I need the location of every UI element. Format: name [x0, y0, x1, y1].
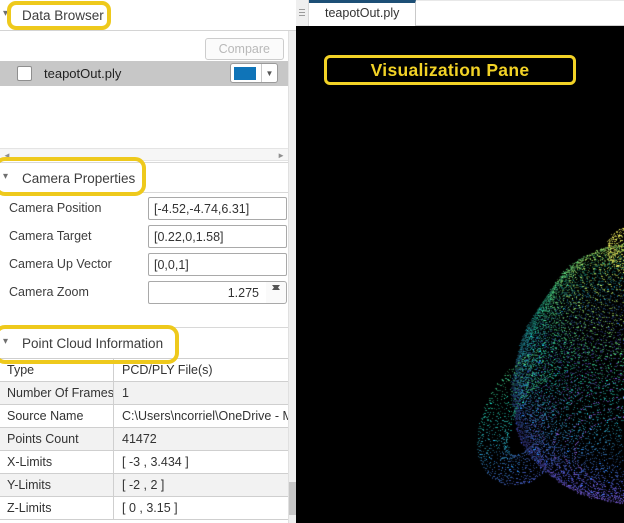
field-label: Camera Zoom [9, 285, 89, 299]
point-cloud-information-header[interactable]: ▾ Point Cloud Information [0, 327, 288, 358]
app-window: ▾ Data Browser Compare teapotOut.ply ▼ ◄… [0, 0, 624, 523]
table-row: Source Name C:\Users\ncorriel\OneDrive -… [0, 405, 288, 428]
tab-strip-empty [416, 0, 624, 26]
table-row: X-Limits [ -3 , 3.434 ] [0, 451, 288, 474]
camera-up-vector-row: Camera Up Vector [0, 252, 288, 280]
camera-position-input[interactable] [148, 197, 287, 220]
row-value: [ -3 , 3.434 ] [122, 455, 189, 469]
table-row: Y-Limits [ -2 , 2 ] [0, 474, 288, 497]
point-cloud-render[interactable] [296, 26, 624, 523]
file-list-item[interactable]: teapotOut.ply ▼ [0, 61, 288, 86]
annotation-label: Visualization Pane [370, 59, 530, 80]
horizontal-scrollbar[interactable]: ◄ ► [0, 148, 288, 161]
arrow-down-icon [272, 285, 280, 290]
camera-position-row: Camera Position [0, 196, 288, 224]
compare-button[interactable]: Compare [204, 38, 284, 60]
visualization-region: teapotOut.ply Visualization Pane [296, 0, 624, 523]
field-label: Camera Position [9, 201, 102, 215]
row-value: 41472 [122, 432, 157, 446]
file-checkbox[interactable] [17, 66, 32, 81]
point-cloud-info-table: Type PCD/PLY File(s) Number Of Frames 1 … [0, 358, 288, 520]
camera-target-row: Camera Target [0, 224, 288, 252]
camera-zoom-stepper [266, 281, 287, 304]
table-row: Points Count 41472 [0, 428, 288, 451]
row-value: [ -2 , 2 ] [122, 478, 165, 492]
table-row: Number Of Frames 1 [0, 382, 288, 405]
data-browser-panel: ▾ Data Browser Compare teapotOut.ply ▼ ◄… [0, 0, 296, 523]
chevron-down-icon: ▼ [265, 68, 274, 78]
color-swatch-dropdown[interactable]: ▼ [230, 63, 278, 83]
field-label: Camera Up Vector [9, 257, 112, 271]
row-value: PCD/PLY File(s) [122, 363, 213, 377]
row-label: X-Limits [0, 451, 114, 473]
visualization-pane-annotation: Visualization Pane [324, 55, 576, 85]
row-label: Z-Limits [0, 497, 114, 519]
row-value: [ 0 , 3.15 ] [122, 501, 178, 515]
row-value: 1 [122, 386, 129, 400]
camera-zoom-row: Camera Zoom [0, 280, 288, 308]
color-swatch [234, 66, 256, 80]
vertical-scrollbar[interactable] [288, 31, 296, 523]
row-label: Source Name [0, 405, 114, 427]
data-browser-header: ▾ Data Browser [0, 0, 296, 31]
document-tab-bar: teapotOut.ply [296, 0, 624, 26]
row-value: C:\Users\ncorriel\OneDrive - Ma [122, 409, 288, 423]
collapse-chevron-icon[interactable]: ▾ [3, 171, 8, 182]
table-row: Z-Limits [ 0 , 3.15 ] [0, 497, 288, 520]
tab-grip-icon[interactable] [296, 0, 309, 26]
camera-target-input[interactable] [148, 225, 287, 248]
file-name-label: teapotOut.ply [44, 66, 122, 81]
grip-lines-icon [299, 9, 305, 10]
section-title: Point Cloud Information [22, 336, 164, 351]
field-label: Camera Target [9, 229, 92, 243]
tab-teapotout-ply[interactable]: teapotOut.ply [309, 0, 417, 26]
camera-up-vector-input[interactable] [148, 253, 287, 276]
camera-properties-header[interactable]: ▾ Camera Properties [0, 162, 288, 193]
panel-title: Data Browser [22, 8, 104, 23]
scrollbar-thumb[interactable] [289, 482, 296, 515]
camera-properties-fields: Camera Position Camera Target Camera Up … [0, 196, 288, 308]
collapse-chevron-icon[interactable]: ▾ [3, 8, 8, 19]
collapse-chevron-icon[interactable]: ▾ [3, 336, 8, 347]
table-row: Type PCD/PLY File(s) [0, 359, 288, 382]
row-label: Number Of Frames [0, 382, 114, 404]
row-label: Type [0, 359, 114, 381]
row-label: Points Count [0, 428, 114, 450]
scroll-right-icon[interactable]: ► [277, 150, 285, 161]
section-title: Camera Properties [22, 171, 136, 186]
scroll-left-icon[interactable]: ◄ [3, 150, 11, 161]
row-label: Y-Limits [0, 474, 114, 496]
camera-zoom-input[interactable] [148, 281, 267, 304]
